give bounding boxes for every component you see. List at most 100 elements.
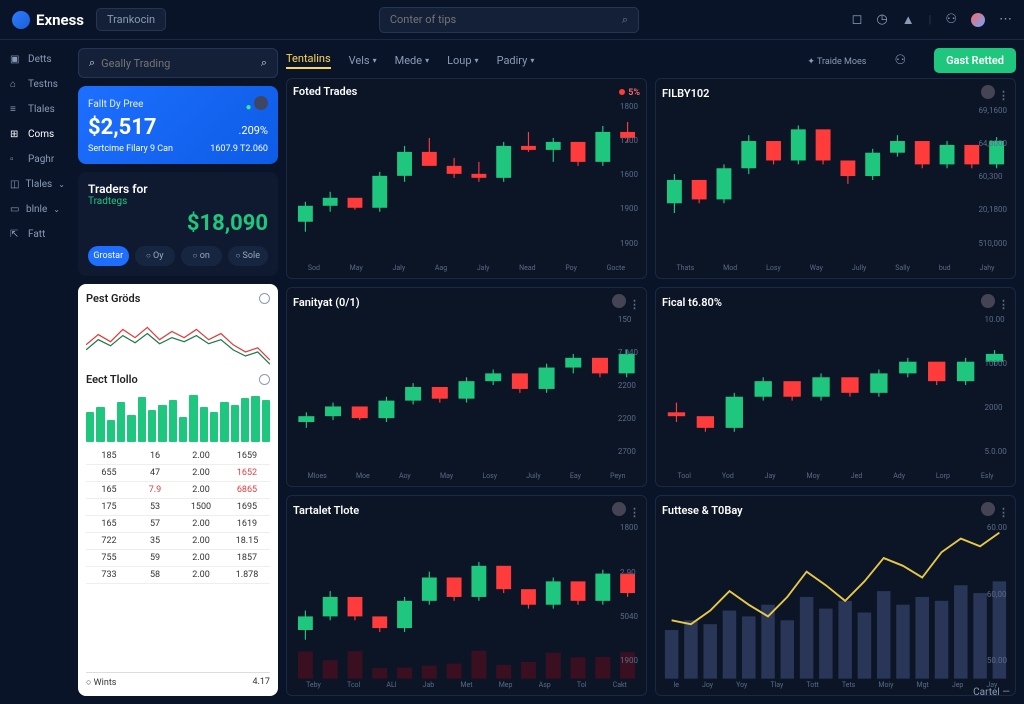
tab-mede[interactable]: Mede ▾ (395, 54, 430, 67)
avatar-icon (612, 294, 626, 308)
cell: 2.00 (178, 570, 224, 580)
action-sole[interactable]: ○ Sole (228, 246, 269, 266)
panel-search-input[interactable] (101, 57, 255, 70)
nav-icon: ▫ (10, 154, 22, 165)
cell: 59 (132, 553, 178, 563)
bar (220, 402, 228, 442)
traders-sub: Tradtegs (88, 196, 268, 207)
balance-card: Fallt Dy Pree ● $2,517 .209% Sertcime Fi… (78, 86, 278, 164)
nav-item-paghr[interactable]: ▫Paghr (0, 148, 70, 171)
cell: 755 (86, 553, 132, 563)
cell: 655 (86, 468, 132, 478)
traders-label: Traders for (88, 182, 268, 196)
header-stat: ✦ Traide Moes (807, 54, 866, 67)
live-icon (619, 89, 625, 95)
user-icon[interactable]: ⚇ (894, 53, 906, 68)
expand-icon[interactable] (259, 293, 270, 304)
more-icon[interactable]: ⋯ (999, 12, 1012, 27)
more-icon[interactable]: ⋮ (629, 298, 640, 311)
nav-item-tlales[interactable]: ≡Tlales (0, 98, 70, 121)
chart-body[interactable]: 10.001000020005.0.00 (662, 315, 1009, 471)
tab-tentalins[interactable]: Tentalins (286, 52, 331, 69)
nav-item-tlales[interactable]: ◫Tlales⌄ (0, 173, 70, 196)
nav-item-blnle[interactable]: ▭blnle⌄ (0, 198, 70, 221)
search-input[interactable] (390, 13, 622, 26)
bar (148, 410, 156, 443)
flame-icon[interactable]: ▲ (902, 12, 915, 28)
global-search[interactable]: ⌕ (379, 7, 639, 33)
expand-icon[interactable] (259, 374, 270, 385)
mini-bar-chart (86, 392, 270, 442)
table-row: 185162.001659 (86, 448, 270, 465)
action-on[interactable]: ○ on (181, 246, 222, 266)
cell: 165 (86, 519, 132, 529)
wins-value: 4.17 (252, 677, 270, 688)
pest-title: Pest Gröds (86, 292, 140, 305)
chart-body[interactable]: 18002.9050401900 (293, 523, 640, 679)
panel-search[interactable]: ⌕ ⌕ (78, 48, 278, 78)
nav-item-testns[interactable]: ⌂Testns (0, 73, 70, 96)
bar (86, 412, 94, 442)
bar (96, 407, 104, 442)
nav-item-detts[interactable]: ▣Detts (0, 48, 70, 71)
avatar-icon (981, 502, 995, 516)
clock-icon[interactable]: ◷ (876, 12, 887, 27)
y-axis: 18001200160019001900 (620, 102, 638, 248)
brand-logo[interactable]: Exness (12, 11, 84, 29)
x-axis: SodMayJalyAagJalyNeadPoyGocte (293, 264, 640, 272)
chart-panel: Foted Trades 5% 18001200160019001900 Sod… (286, 78, 647, 279)
more-icon[interactable]: ⋮ (998, 89, 1009, 102)
bar (107, 420, 115, 443)
nav-item-coms[interactable]: ⊞Coms (0, 123, 70, 146)
cell: 722 (86, 536, 132, 546)
action-grostar[interactable]: Grostar (88, 246, 129, 266)
avatar[interactable] (971, 13, 985, 27)
nav-icon: ⊞ (10, 129, 22, 140)
check-icon: ● (245, 102, 251, 113)
table-row: 1657.92.006865 (86, 482, 270, 499)
chart-panel: Tartalet Tlote ⋮ 18002.9050401900 TebyTc… (286, 495, 647, 696)
bar (189, 395, 197, 443)
more-icon[interactable]: ⋮ (998, 298, 1009, 311)
bar (231, 405, 239, 443)
nav-icon: ◫ (10, 179, 19, 190)
chart-body[interactable]: 60.0060,0050.00 (662, 523, 1009, 679)
top-button[interactable]: Trankocin (96, 8, 166, 31)
nav-item-fatt[interactable]: ⇱Fatt (0, 223, 70, 246)
table-row: 165572.001619 (86, 516, 270, 533)
cta-button[interactable]: Gast Retted (934, 48, 1016, 73)
cell: 2.00 (178, 451, 224, 461)
cell: 185 (86, 451, 132, 461)
bar (117, 402, 125, 442)
bar (241, 398, 249, 442)
bar (251, 396, 259, 442)
chart-panel: Fanityat (0/1) ⋮ 1507.040220022002700 Ml… (286, 287, 647, 488)
action-oy[interactable]: ○ Oy (135, 246, 176, 266)
y-axis: 1507.040220022002700 (618, 315, 638, 457)
bar (179, 417, 187, 442)
table-row: 1755315001695 (86, 499, 270, 516)
bar (158, 405, 166, 443)
chart-body[interactable]: 1507.040220022002700 (293, 315, 640, 471)
chart-body[interactable]: 18001200160019001900 (293, 102, 640, 262)
footer-link[interactable]: Cartel — (973, 687, 1010, 698)
chart-title: Fanityat (0/1) (293, 296, 360, 309)
cell: 6865 (224, 485, 270, 495)
tab-vels[interactable]: Vels ▾ (349, 54, 377, 67)
y-axis: 69,160064,300060,30020,1800510,000 (978, 106, 1007, 248)
chart-body[interactable]: 69,160064,300060,30020,1800510,000 (662, 106, 1009, 262)
y-axis: 18002.9050401900 (620, 523, 638, 665)
tab-loup[interactable]: Loup ▾ (447, 54, 478, 67)
search-icon: ⌕ (261, 56, 267, 70)
chart-panel: Fical t6.80% ⋮ 10.001000020005.0.00 Tool… (655, 287, 1016, 488)
cell: 1857 (224, 553, 270, 563)
traders-card: Traders for Tradtegs $18,090 Grostar○ Oy… (78, 172, 278, 276)
more-icon[interactable]: ⋮ (998, 506, 1009, 519)
user-icon[interactable]: ⚇ (945, 12, 957, 27)
cell: 53 (132, 502, 178, 512)
more-icon[interactable]: ⋮ (629, 506, 640, 519)
tab-padiry[interactable]: Padiry ▾ (497, 54, 535, 67)
cell: 2.00 (178, 536, 224, 546)
bell-icon[interactable]: ◻ (852, 12, 863, 27)
nav-label: blnle (26, 204, 47, 215)
